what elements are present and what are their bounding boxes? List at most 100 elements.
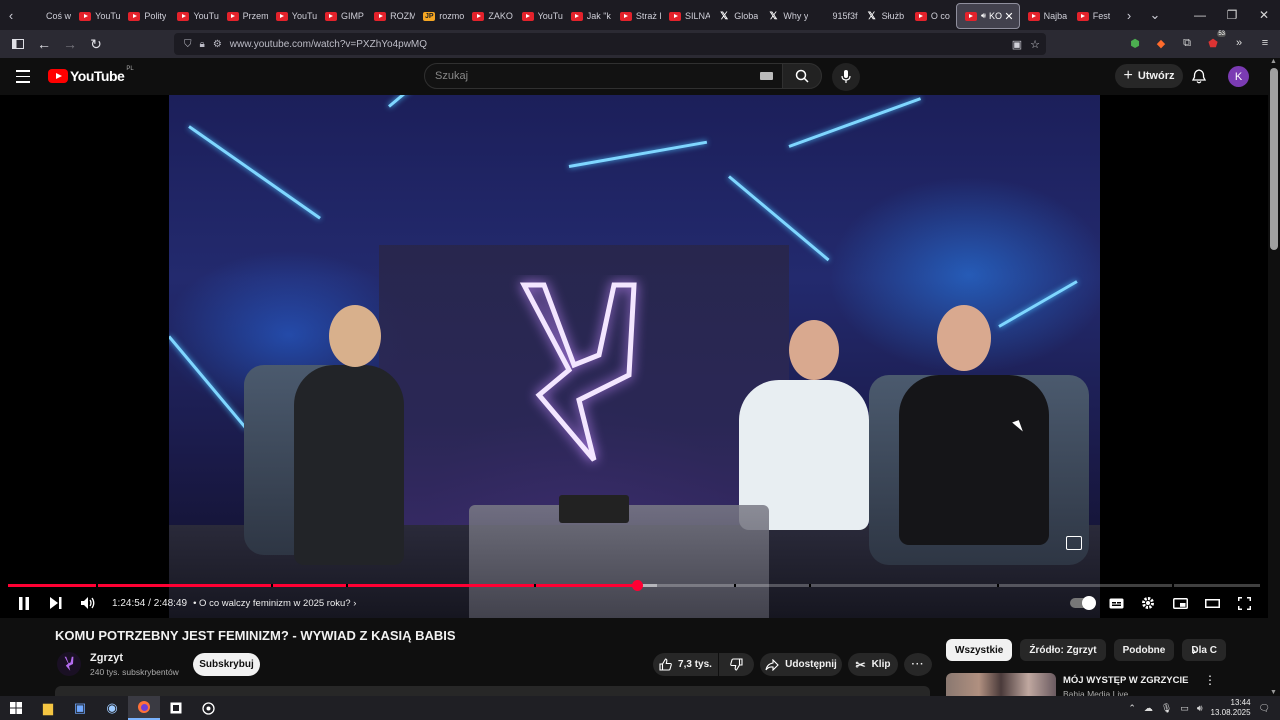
bookmark-star-icon[interactable]: ☆ xyxy=(1030,38,1040,51)
browser-tab[interactable]: Fest xyxy=(1069,3,1118,29)
browser-tab[interactable]: GIMP xyxy=(317,3,366,29)
cloud-icon[interactable]: ☁ xyxy=(1144,703,1153,714)
voice-search-button[interactable] xyxy=(832,63,860,91)
windows-start-icon[interactable] xyxy=(0,696,32,720)
shield-extension-icon[interactable]: ⬢ xyxy=(1126,34,1144,52)
notifications-icon[interactable]: 🗨︎ xyxy=(1259,703,1270,714)
share-button[interactable]: Udostępnij xyxy=(760,653,842,676)
browser-tab[interactable]: YouTu xyxy=(514,3,563,29)
filter-chip[interactable]: Podobne xyxy=(1113,639,1175,661)
ublock-extension-icon[interactable]: ⬟ 53 xyxy=(1204,31,1226,52)
firefox-icon[interactable] xyxy=(128,696,160,720)
close-tab-icon[interactable]: ✕ xyxy=(1004,10,1013,23)
subscribe-button[interactable]: Subskrybuj xyxy=(193,653,260,676)
fox-extension-icon[interactable]: ◆ xyxy=(1152,34,1170,52)
next-button[interactable] xyxy=(40,591,72,615)
tabs-scroll-right-icon[interactable]: › xyxy=(1118,0,1140,30)
browser-tab[interactable]: 🔊︎ KO ✕ xyxy=(955,3,1020,29)
microphone-tray-icon[interactable]: 🎙︎ xyxy=(1161,703,1172,714)
browser-tab[interactable]: 𝕏 Globa xyxy=(710,3,759,29)
dislike-button[interactable] xyxy=(719,653,754,676)
account-avatar[interactable]: K xyxy=(1228,66,1249,87)
permissions-icon[interactable]: ⚙ xyxy=(213,39,222,50)
clip-button[interactable]: ✂ Klip xyxy=(848,653,898,676)
tray-overflow-icon[interactable]: ⌃ xyxy=(1128,703,1136,714)
more-actions-button[interactable]: ··· xyxy=(904,653,932,676)
chips-next-icon[interactable]: › xyxy=(1192,644,1196,658)
network-icon[interactable]: ▭ xyxy=(1180,703,1189,714)
scroll-up-icon[interactable]: ▲ xyxy=(1270,58,1277,65)
search-input[interactable]: Szukaj xyxy=(424,63,784,89)
browser-tab[interactable]: Straż I xyxy=(612,3,661,29)
minimize-icon[interactable]: — xyxy=(1184,8,1216,22)
description-box[interactable] xyxy=(55,686,930,696)
forward-icon[interactable]: → xyxy=(58,32,82,56)
address-bar[interactable]: ⛉ 🔒︎ ⚙ www.youtube.com/watch?v=PXZhYo4pw… xyxy=(174,33,1046,55)
browser-tab[interactable]: YouTu xyxy=(169,3,219,29)
browser-tab[interactable]: O co xyxy=(907,3,956,29)
recommendation-thumbnail[interactable] xyxy=(946,673,1056,696)
notifications-bell-icon[interactable] xyxy=(1190,67,1208,85)
reload-icon[interactable]: ↻ xyxy=(84,32,108,56)
page-scrollbar[interactable]: ▲ ▼ xyxy=(1268,58,1280,696)
browser-tab[interactable]: YouTu xyxy=(71,3,120,29)
overflow-chevron-icon[interactable]: » xyxy=(1230,34,1248,52)
autoplay-toggle[interactable] xyxy=(1070,596,1096,610)
speaker-icon[interactable]: 🔊︎ xyxy=(1197,703,1203,714)
filter-chip[interactable]: Dla C xyxy=(1182,639,1226,661)
back-icon[interactable]: ← xyxy=(32,32,56,56)
recommendation-title[interactable]: MÓJ WYSTĘP W ZGRZYCIE xyxy=(1063,675,1188,686)
browser-tab[interactable]: 915f3f112 xyxy=(809,3,858,29)
browser-tab[interactable]: Coś w xyxy=(22,3,71,29)
tab-list-dropdown-icon[interactable]: ⌄ xyxy=(1144,0,1166,30)
keyboard-icon[interactable] xyxy=(760,72,773,80)
close-window-icon[interactable]: ✕ xyxy=(1248,8,1280,22)
tab-audio-icon[interactable]: 🔊︎ xyxy=(981,11,986,21)
progress-scrubber[interactable] xyxy=(631,580,643,591)
extensions-puzzle-icon[interactable]: ⧉ xyxy=(1178,34,1196,52)
browser-tab[interactable]: YouTu xyxy=(268,3,317,29)
notion-icon[interactable] xyxy=(160,696,192,720)
browser-tab[interactable]: Jak "k xyxy=(563,3,612,29)
filter-chip[interactable]: Wszystkie xyxy=(946,639,1013,661)
lock-icon[interactable]: 🔒︎ xyxy=(200,39,205,50)
file-explorer-icon[interactable]: ▆ xyxy=(32,696,64,720)
remote-desktop-icon[interactable]: ▣ xyxy=(64,696,96,720)
create-button[interactable]: + Utwórz xyxy=(1115,64,1183,88)
mute-button[interactable] xyxy=(72,591,104,615)
channel-name[interactable]: Zgrzyt xyxy=(90,652,123,664)
restore-icon[interactable]: ❐ xyxy=(1216,8,1248,22)
settings-button[interactable] xyxy=(1132,591,1164,615)
recommendation-menu-icon[interactable]: ⋮ xyxy=(1204,673,1216,687)
sidebar-toggle-icon[interactable] xyxy=(6,32,30,56)
picture-in-picture-icon[interactable]: ▣ xyxy=(1012,38,1022,51)
video-frame[interactable] xyxy=(169,95,1100,618)
youtube-logo[interactable]: YouTube PL xyxy=(48,66,134,84)
browser-tab[interactable]: ROZM xyxy=(366,3,415,29)
cast-overlay-icon[interactable] xyxy=(1066,536,1082,550)
tabs-scroll-left-icon[interactable]: ‹ xyxy=(0,0,22,30)
browser-tab[interactable]: Polity xyxy=(120,3,169,29)
channel-avatar[interactable] xyxy=(57,652,81,676)
progress-bar[interactable] xyxy=(8,580,1260,591)
like-button[interactable]: 7,3 tys. xyxy=(653,653,718,676)
miniplayer-button[interactable] xyxy=(1164,591,1196,615)
browser-tab[interactable]: ZAKO xyxy=(464,3,513,29)
browser-tab[interactable]: Najba xyxy=(1020,3,1069,29)
url-text[interactable]: www.youtube.com/watch?v=PXZhYo4pwMQ xyxy=(230,39,427,50)
browser-tab[interactable]: SILNA xyxy=(661,3,710,29)
browser-tab[interactable]: JP rozmo xyxy=(415,3,464,29)
subtitles-button[interactable] xyxy=(1100,591,1132,615)
theater-mode-button[interactable] xyxy=(1196,591,1228,615)
guide-menu-icon[interactable] xyxy=(16,70,30,87)
browser-tab[interactable]: 𝕏 Why y xyxy=(759,3,808,29)
tracking-shield-icon[interactable]: ⛉ xyxy=(184,39,192,50)
scroll-down-icon[interactable]: ▼ xyxy=(1270,689,1277,696)
app-menu-icon[interactable]: ≡ xyxy=(1256,34,1274,52)
scrollbar-thumb[interactable] xyxy=(1270,68,1278,250)
fullscreen-button[interactable] xyxy=(1228,591,1260,615)
filter-chip[interactable]: Źródło: Zgrzyt xyxy=(1020,639,1106,661)
chapter-title[interactable]: • O co walczy feminizm w 2025 roku? › xyxy=(193,598,356,609)
chapter-label[interactable]: O co walczy feminizm w 2025 roku? xyxy=(199,598,351,609)
browser-tab[interactable]: 𝕏 Służb xyxy=(858,3,907,29)
